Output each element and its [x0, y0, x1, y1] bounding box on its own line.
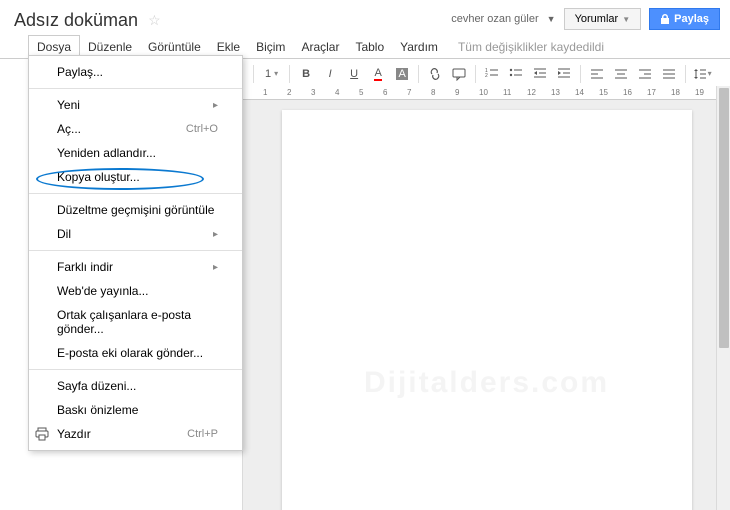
indent-button[interactable]	[553, 63, 575, 85]
ruler[interactable]: 12345678910111213141516171819	[243, 86, 730, 100]
menu-item-new[interactable]: Yeni▸	[29, 93, 242, 117]
user-dropdown-icon[interactable]: ▼	[547, 14, 556, 24]
ruler-tick: 9	[455, 88, 459, 97]
document-area: 12345678910111213141516171819 Dijitalder…	[242, 86, 730, 510]
line-spacing-button[interactable]: ▾	[691, 63, 713, 85]
lock-icon	[660, 14, 670, 24]
shortcut: Ctrl+O	[186, 123, 218, 135]
ruler-tick: 19	[695, 88, 704, 97]
ruler-tick: 15	[599, 88, 608, 97]
separator	[253, 65, 254, 83]
ruler-tick: 6	[383, 88, 387, 97]
separator	[475, 65, 476, 83]
separator	[418, 65, 419, 83]
menu-item-share[interactable]: Paylaş...	[29, 60, 242, 84]
ruler-tick: 8	[431, 88, 435, 97]
menu-item-page-setup[interactable]: Sayfa düzeni...	[29, 374, 242, 398]
submenu-arrow-icon: ▸	[213, 100, 218, 111]
ruler-tick: 4	[335, 88, 339, 97]
ruler-tick: 1	[263, 88, 267, 97]
svg-text:2: 2	[485, 73, 488, 79]
menu-item-open[interactable]: Aç...Ctrl+O	[29, 117, 242, 141]
ruler-tick: 2	[287, 88, 291, 97]
chevron-down-icon: ▾	[708, 69, 712, 78]
chevron-down-icon: ▾	[274, 69, 278, 78]
menu-item-make-copy[interactable]: Kopya oluştur...	[29, 165, 242, 189]
separator	[580, 65, 581, 83]
zoom-dropdown[interactable]: 1 ▾	[259, 68, 284, 80]
menu-item-print[interactable]: YazdırCtrl+P	[29, 422, 242, 446]
menu-item-print-preview[interactable]: Baskı önizleme	[29, 398, 242, 422]
divider	[29, 88, 242, 89]
file-dropdown-menu: Paylaş... Yeni▸ Aç...Ctrl+O Yeniden adla…	[28, 55, 243, 451]
comments-button[interactable]: Yorumlar ▼	[564, 8, 642, 30]
menu-item-download-as[interactable]: Farklı indir▸	[29, 255, 242, 279]
ruler-tick: 7	[407, 88, 411, 97]
ruler-tick: 10	[479, 88, 488, 97]
ruler-tick: 11	[503, 88, 511, 97]
ruler-tick: 13	[551, 88, 560, 97]
menu-item-email-collaborators[interactable]: Ortak çalışanlara e-posta gönder...	[29, 303, 242, 341]
shortcut: Ctrl+P	[187, 428, 218, 440]
share-button[interactable]: Paylaş	[649, 8, 720, 30]
toolbar: 1 ▾ B I U A A 12 ▾	[242, 59, 730, 89]
align-justify-button[interactable]	[658, 63, 680, 85]
divider	[29, 250, 242, 251]
star-icon[interactable]: ☆	[148, 12, 161, 29]
document-title[interactable]: Adsız doküman	[10, 8, 142, 33]
text-color-button[interactable]: A	[367, 63, 389, 85]
numbered-list-button[interactable]: 12	[481, 63, 503, 85]
outdent-button[interactable]	[529, 63, 551, 85]
divider	[29, 193, 242, 194]
underline-button[interactable]: U	[343, 63, 365, 85]
user-name[interactable]: cevher ozan güler	[451, 13, 538, 25]
ruler-tick: 14	[575, 88, 584, 97]
menu-araclar[interactable]: Araçlar	[293, 36, 347, 58]
divider	[29, 369, 242, 370]
save-status: Tüm değişiklikler kaydedildi	[458, 40, 604, 54]
ruler-tick: 5	[359, 88, 363, 97]
bullet-list-button[interactable]	[505, 63, 527, 85]
ruler-tick: 3	[311, 88, 315, 97]
scrollbar-thumb[interactable]	[719, 88, 729, 348]
ruler-tick: 16	[623, 88, 632, 97]
page-canvas[interactable]	[282, 110, 692, 510]
zoom-value: 1	[265, 68, 271, 80]
link-button[interactable]	[424, 63, 446, 85]
menu-item-rename[interactable]: Yeniden adlandır...	[29, 141, 242, 165]
chevron-down-icon: ▼	[622, 15, 630, 24]
align-center-button[interactable]	[610, 63, 632, 85]
align-left-button[interactable]	[586, 63, 608, 85]
ruler-tick: 17	[647, 88, 656, 97]
italic-button[interactable]: I	[319, 63, 341, 85]
ruler-tick: 12	[527, 88, 536, 97]
header: Adsız doküman ☆ cevher ozan güler ▼ Yoru…	[0, 0, 730, 33]
menu-yardim[interactable]: Yardım	[392, 36, 446, 58]
menu-item-language[interactable]: Dil▸	[29, 222, 242, 246]
header-right: cevher ozan güler ▼ Yorumlar ▼ Paylaş	[451, 8, 720, 30]
separator	[685, 65, 686, 83]
menu-item-revision-history[interactable]: Düzeltme geçmişini görüntüle	[29, 198, 242, 222]
bold-button[interactable]: B	[295, 63, 317, 85]
comment-button[interactable]	[448, 63, 470, 85]
separator	[289, 65, 290, 83]
print-icon	[35, 427, 49, 441]
share-label: Paylaş	[674, 13, 709, 25]
submenu-arrow-icon: ▸	[213, 262, 218, 273]
menu-item-publish-web[interactable]: Web'de yayınla...	[29, 279, 242, 303]
submenu-arrow-icon: ▸	[213, 229, 218, 240]
menu-bicim[interactable]: Biçim	[248, 36, 293, 58]
menu-item-email-attachment[interactable]: E-posta eki olarak gönder...	[29, 341, 242, 365]
vertical-scrollbar[interactable]	[716, 86, 730, 510]
ruler-tick: 18	[671, 88, 680, 97]
highlight-button[interactable]: A	[391, 63, 413, 85]
comments-label: Yorumlar	[575, 13, 619, 25]
menu-tablo[interactable]: Tablo	[347, 36, 392, 58]
header-left: Adsız doküman ☆	[10, 8, 161, 33]
align-right-button[interactable]	[634, 63, 656, 85]
